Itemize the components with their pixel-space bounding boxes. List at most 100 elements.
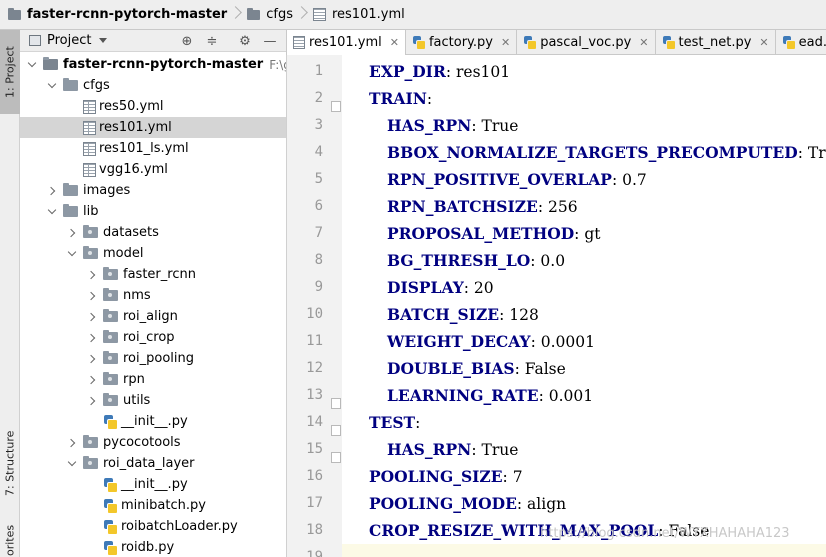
close-icon[interactable]: ✕ bbox=[390, 36, 399, 49]
target-icon[interactable]: ⊕ bbox=[180, 34, 194, 49]
tree-item[interactable]: res101_ls.yml bbox=[20, 138, 286, 159]
code-line[interactable]: POOLING_MODE: align bbox=[342, 490, 826, 517]
tree-item-label: roi_pooling bbox=[123, 351, 194, 366]
code-line[interactable] bbox=[342, 544, 826, 557]
tree-item[interactable]: res101.yml bbox=[20, 117, 286, 138]
tree-item[interactable]: faster_rcnn bbox=[20, 264, 286, 285]
tree-item[interactable]: res50.yml bbox=[20, 96, 286, 117]
chevron-right-icon[interactable] bbox=[87, 270, 97, 280]
tree-item[interactable]: vgg16.yml bbox=[20, 159, 286, 180]
project-view-selector[interactable]: Project bbox=[47, 33, 91, 48]
tree-item[interactable]: pycocotools bbox=[20, 432, 286, 453]
code-line[interactable]: BG_THRESH_LO: 0.0 bbox=[342, 247, 826, 274]
tree-item[interactable]: roi_align bbox=[20, 306, 286, 327]
python-file-icon bbox=[782, 35, 796, 50]
code-line[interactable]: RPN_POSITIVE_OVERLAP: 0.7 bbox=[342, 166, 826, 193]
editor-tab[interactable]: ead.py✕ bbox=[776, 30, 826, 54]
yaml-key: DOUBLE_BIAS bbox=[387, 359, 515, 378]
chevron-right-icon[interactable] bbox=[47, 186, 57, 196]
tree-item[interactable]: nms bbox=[20, 285, 286, 306]
chevron-right-icon[interactable] bbox=[67, 438, 77, 448]
gear-icon[interactable]: ⚙ bbox=[238, 34, 252, 49]
code-line[interactable]: BBOX_NORMALIZE_TARGETS_PRECOMPUTED: True bbox=[342, 139, 826, 166]
project-tree[interactable]: faster-rcnn-pytorch-master F:\g\ead_cfgs r… bbox=[20, 52, 286, 557]
breadcrumb-project[interactable]: faster-rcnn-pytorch-master bbox=[8, 0, 227, 30]
chevron-down-icon[interactable] bbox=[47, 207, 57, 217]
code-line[interactable]: EXP_DIR: res101 bbox=[342, 58, 826, 85]
close-icon[interactable]: ✕ bbox=[639, 36, 648, 49]
tree-item[interactable]: roibatchLoader.py bbox=[20, 516, 286, 537]
package-icon bbox=[103, 351, 118, 364]
fold-marker-icon[interactable] bbox=[331, 101, 341, 112]
chevron-right-icon[interactable] bbox=[87, 354, 97, 364]
tree-item[interactable]: datasets bbox=[20, 222, 286, 243]
minimize-icon[interactable]: — bbox=[263, 34, 277, 49]
chevron-right-icon[interactable] bbox=[87, 312, 97, 322]
chevron-right-icon[interactable] bbox=[87, 333, 97, 343]
code-line[interactable]: PROPOSAL_METHOD: gt bbox=[342, 220, 826, 247]
editor-tab[interactable]: factory.py ✕ bbox=[406, 30, 518, 54]
close-icon[interactable]: ✕ bbox=[759, 36, 768, 49]
tree-item[interactable]: __init__.py bbox=[20, 474, 286, 495]
line-number: 10 bbox=[306, 306, 323, 322]
code-line[interactable]: DOUBLE_BIAS: False bbox=[342, 355, 826, 382]
close-icon[interactable]: ✕ bbox=[501, 36, 510, 49]
yml-file-icon bbox=[83, 120, 96, 135]
chevron-right-icon[interactable] bbox=[67, 228, 77, 238]
tree-item[interactable]: roi_crop bbox=[20, 327, 286, 348]
code-line[interactable]: HAS_RPN: True bbox=[342, 112, 826, 139]
tree-item-label: res101.yml bbox=[99, 120, 172, 135]
chevron-right-icon[interactable] bbox=[87, 375, 97, 385]
code-line[interactable]: LEARNING_RATE: 0.001 bbox=[342, 382, 826, 409]
favorites-tool-tab[interactable]: orites bbox=[0, 524, 20, 557]
chevron-right-icon[interactable] bbox=[87, 291, 97, 301]
structure-tool-tab[interactable]: 7: Structure bbox=[0, 420, 20, 506]
tree-item[interactable]: lib bbox=[20, 201, 286, 222]
tree-item[interactable]: faster-rcnn-pytorch-master F:\g\ead_ bbox=[20, 54, 286, 75]
chevron-down-icon[interactable] bbox=[47, 81, 57, 91]
code-line[interactable]: TEST: bbox=[342, 409, 826, 436]
yaml-key: POOLING_MODE bbox=[369, 494, 517, 513]
tree-item[interactable]: utils bbox=[20, 390, 286, 411]
breadcrumb-file[interactable]: res101.yml bbox=[312, 0, 405, 30]
code-line[interactable]: DISPLAY: 20 bbox=[342, 274, 826, 301]
folder-icon bbox=[43, 57, 58, 70]
tree-item[interactable]: model bbox=[20, 243, 286, 264]
fold-marker-icon[interactable] bbox=[331, 452, 341, 463]
editor-tab[interactable]: res101.yml ✕ bbox=[287, 30, 406, 55]
tree-item[interactable]: roidb.py bbox=[20, 537, 286, 557]
tree-item[interactable]: rpn bbox=[20, 369, 286, 390]
tree-item-label: images bbox=[83, 183, 131, 198]
tree-item[interactable]: minibatch.py bbox=[20, 495, 286, 516]
code-line[interactable]: HAS_RPN: True bbox=[342, 436, 826, 463]
tree-item-label: datasets bbox=[103, 225, 159, 240]
code-editor[interactable]: EXP_DIR: res101 TRAIN: HAS_RPN: True BBOX_N… bbox=[342, 55, 826, 557]
tree-item[interactable]: roi_pooling bbox=[20, 348, 286, 369]
python-file-icon bbox=[523, 35, 538, 50]
code-line[interactable]: POOLING_SIZE: 7 bbox=[342, 463, 826, 490]
yaml-value: True bbox=[807, 144, 826, 162]
code-line[interactable]: BATCH_SIZE: 128 bbox=[342, 301, 826, 328]
chevron-down-icon[interactable] bbox=[67, 459, 77, 469]
editor-tab[interactable]: pascal_voc.py ✕ bbox=[517, 30, 656, 54]
package-icon bbox=[83, 246, 98, 259]
tree-item[interactable]: roi_data_layer bbox=[20, 453, 286, 474]
collapse-icon[interactable]: ≑ bbox=[205, 34, 219, 49]
tree-item[interactable]: cfgs bbox=[20, 75, 286, 96]
yaml-key: BBOX_NORMALIZE_TARGETS_PRECOMPUTED bbox=[387, 143, 798, 162]
chevron-down-icon[interactable] bbox=[67, 249, 77, 259]
tree-item[interactable]: __init__.py bbox=[20, 411, 286, 432]
tree-item[interactable]: images bbox=[20, 180, 286, 201]
editor-tab[interactable]: test_net.py ✕ bbox=[656, 30, 776, 54]
chevron-down-icon[interactable] bbox=[27, 60, 37, 70]
breadcrumb-folder[interactable]: cfgs bbox=[247, 0, 293, 30]
fold-marker-icon[interactable] bbox=[331, 398, 341, 409]
fold-marker-icon[interactable] bbox=[331, 425, 341, 436]
code-line[interactable]: WEIGHT_DECAY: 0.0001 bbox=[342, 328, 826, 355]
chevron-down-icon[interactable] bbox=[99, 38, 108, 43]
project-tool-tab[interactable]: 1: Project bbox=[0, 30, 20, 114]
line-number: 15 bbox=[306, 441, 323, 457]
code-line[interactable]: RPN_BATCHSIZE: 256 bbox=[342, 193, 826, 220]
chevron-right-icon[interactable] bbox=[87, 396, 97, 406]
code-line[interactable]: TRAIN: bbox=[342, 85, 826, 112]
